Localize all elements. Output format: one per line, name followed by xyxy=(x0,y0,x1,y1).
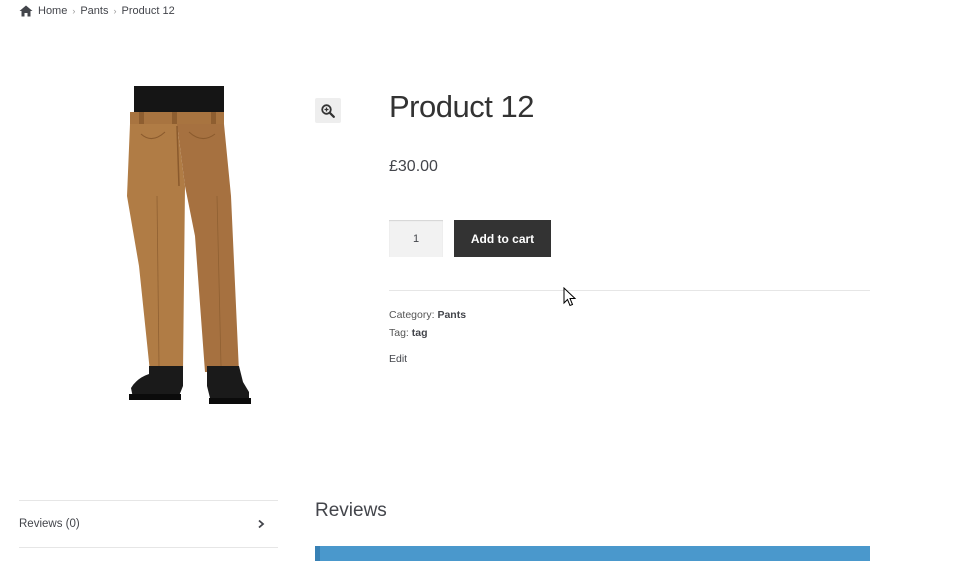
breadcrumb-separator: › xyxy=(113,6,117,16)
product-tabs: Reviews (0) xyxy=(19,500,278,548)
home-icon xyxy=(19,5,33,17)
breadcrumb-home-link[interactable]: Home xyxy=(38,5,67,17)
product-gallery xyxy=(19,70,349,430)
quantity-input[interactable] xyxy=(389,220,443,257)
reviews-heading: Reviews xyxy=(315,500,387,521)
breadcrumb: Home › Pants › Product 12 xyxy=(19,5,175,17)
tab-reviews[interactable]: Reviews (0) xyxy=(19,500,278,548)
tag-label: Tag: xyxy=(389,327,409,339)
tag-link[interactable]: tag xyxy=(412,327,428,339)
add-to-cart-form: Add to cart xyxy=(389,220,551,257)
zoom-button[interactable] xyxy=(315,98,341,123)
tab-reviews-label: Reviews (0) xyxy=(19,518,80,530)
breadcrumb-current: Product 12 xyxy=(121,5,175,17)
add-to-cart-button[interactable]: Add to cart xyxy=(454,220,551,257)
reviews-notice-bar xyxy=(315,546,870,561)
summary-divider xyxy=(389,290,870,291)
category-row: Category: Pants xyxy=(389,306,466,324)
edit-link[interactable]: Edit xyxy=(389,353,407,365)
product-summary: Product 12 £30.00 Add to cart Category: … xyxy=(389,88,870,365)
category-label: Category: xyxy=(389,309,435,321)
category-link[interactable]: Pants xyxy=(437,309,466,321)
breadcrumb-separator: › xyxy=(72,6,76,16)
product-image[interactable] xyxy=(127,86,253,408)
mouse-cursor-icon xyxy=(563,287,577,307)
product-price: £30.00 xyxy=(389,158,438,175)
tag-row: Tag: tag xyxy=(389,324,466,342)
product-title: Product 12 xyxy=(389,89,534,124)
breadcrumb-category-link[interactable]: Pants xyxy=(80,5,108,17)
chevron-right-icon xyxy=(258,519,265,529)
magnifier-zoom-icon xyxy=(321,103,335,118)
product-meta: Category: Pants Tag: tag xyxy=(389,306,466,342)
